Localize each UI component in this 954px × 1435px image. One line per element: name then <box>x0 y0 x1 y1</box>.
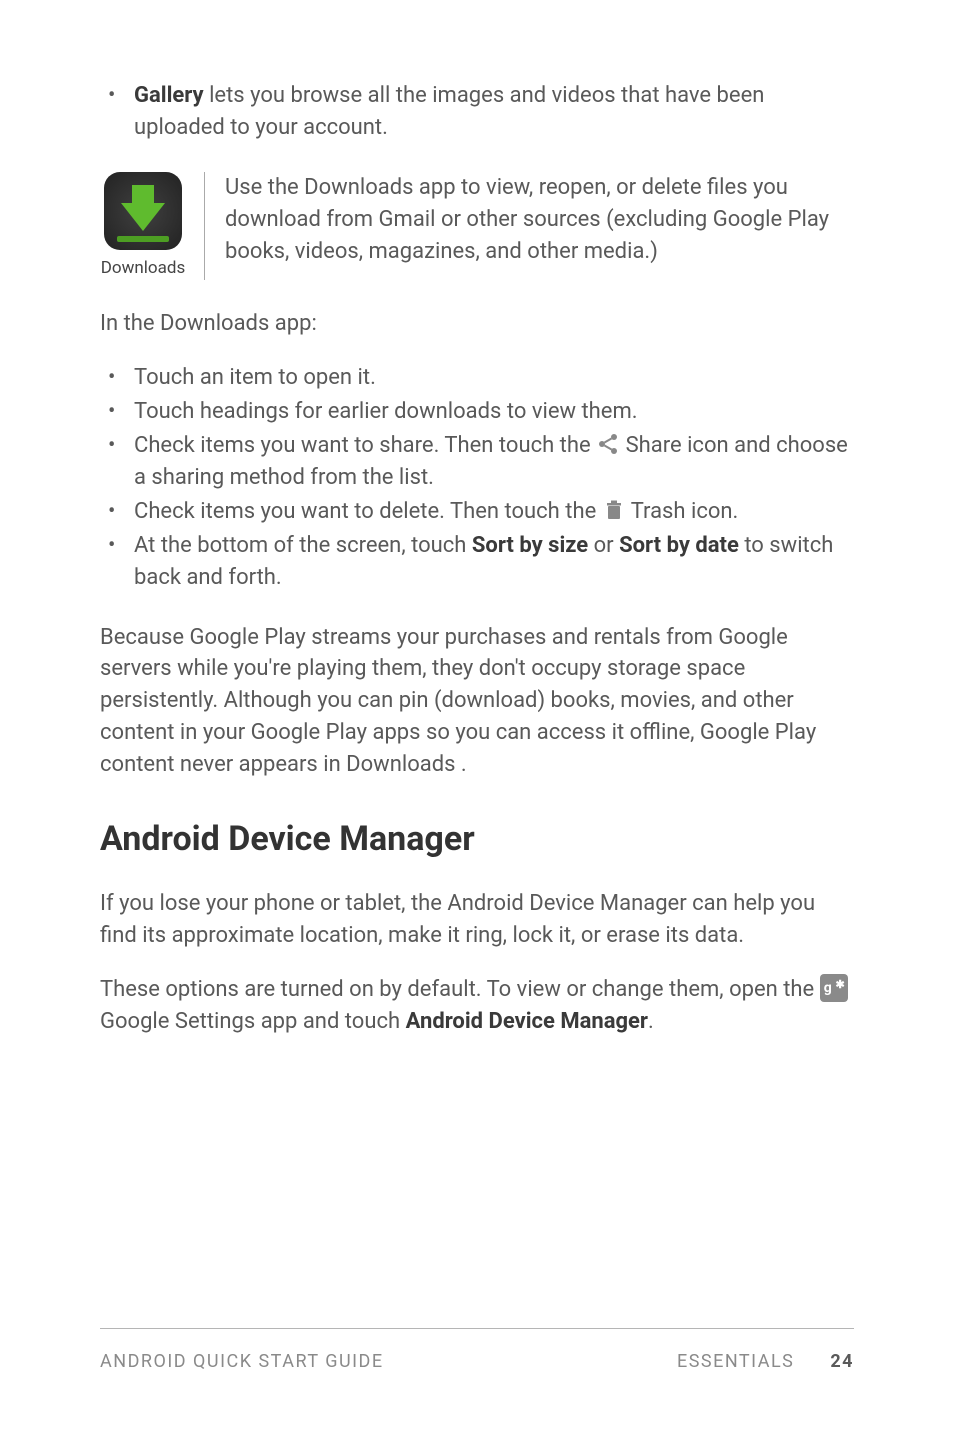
google-settings-icon: g <box>820 974 848 1002</box>
para-in-downloads: In the Downloads app: <box>100 308 854 340</box>
page-number: 24 <box>830 1349 854 1375</box>
adm-label: Android Device Manager <box>406 1009 648 1034</box>
gallery-label: Gallery <box>134 83 204 108</box>
list-text: At the bottom of the screen, touch <box>134 533 472 558</box>
para-adm-options: These options are turned on by default. … <box>100 974 854 1038</box>
para4-text-a: These options are turned on by default. … <box>100 977 820 1002</box>
downloads-app-icon <box>104 172 182 250</box>
trash-icon <box>602 498 626 522</box>
intro-bullet-list: Gallery lets you browse all the images a… <box>100 80 854 144</box>
callout-text: Use the Downloads app to view, reopen, o… <box>225 172 854 268</box>
list-text: Touch an item to open it. <box>134 365 376 390</box>
list-item: Check items you want to share. Then touc… <box>100 430 854 494</box>
list-item: Check items you want to delete. Then tou… <box>100 496 854 528</box>
list-text: Check items you want to share. Then touc… <box>134 433 596 458</box>
list-item: Touch an item to open it. <box>100 362 854 394</box>
para-google-play: Because Google Play streams your purchas… <box>100 622 854 781</box>
downloads-instructions-list: Touch an item to open it. Touch headings… <box>100 362 854 593</box>
list-item: Touch headings for earlier downloads to … <box>100 396 854 428</box>
intro-bullet-text: lets you browse all the images and video… <box>134 83 764 140</box>
list-item: Gallery lets you browse all the images a… <box>100 80 854 144</box>
footer-section-name: ESSENTIALS <box>677 1349 794 1375</box>
para4-text-b: Google Settings app and touch <box>100 1009 406 1034</box>
page-footer: ANDROID QUICK START GUIDE ESSENTIALS 24 <box>100 1328 854 1375</box>
list-text: or <box>588 533 619 558</box>
list-item: At the bottom of the screen, touch Sort … <box>100 530 854 594</box>
section-heading-adm: Android Device Manager <box>100 815 854 864</box>
list-text: Touch headings for earlier downloads to … <box>134 399 638 424</box>
para-adm-intro: If you lose your phone or tablet, the An… <box>100 888 854 952</box>
downloads-icon-label: Downloads <box>100 256 186 281</box>
sort-by-date-label: Sort by date <box>619 533 739 558</box>
downloads-callout: Downloads Use the Downloads app to view,… <box>100 172 854 281</box>
share-icon <box>596 432 620 456</box>
sort-by-size-label: Sort by size <box>472 533 588 558</box>
list-text: Trash icon. <box>626 499 739 524</box>
downloads-icon-wrap: Downloads <box>100 172 205 281</box>
para4-text-c: . <box>648 1009 654 1034</box>
footer-guide-title: ANDROID QUICK START GUIDE <box>100 1349 384 1375</box>
list-text: Check items you want to delete. Then tou… <box>134 499 602 524</box>
